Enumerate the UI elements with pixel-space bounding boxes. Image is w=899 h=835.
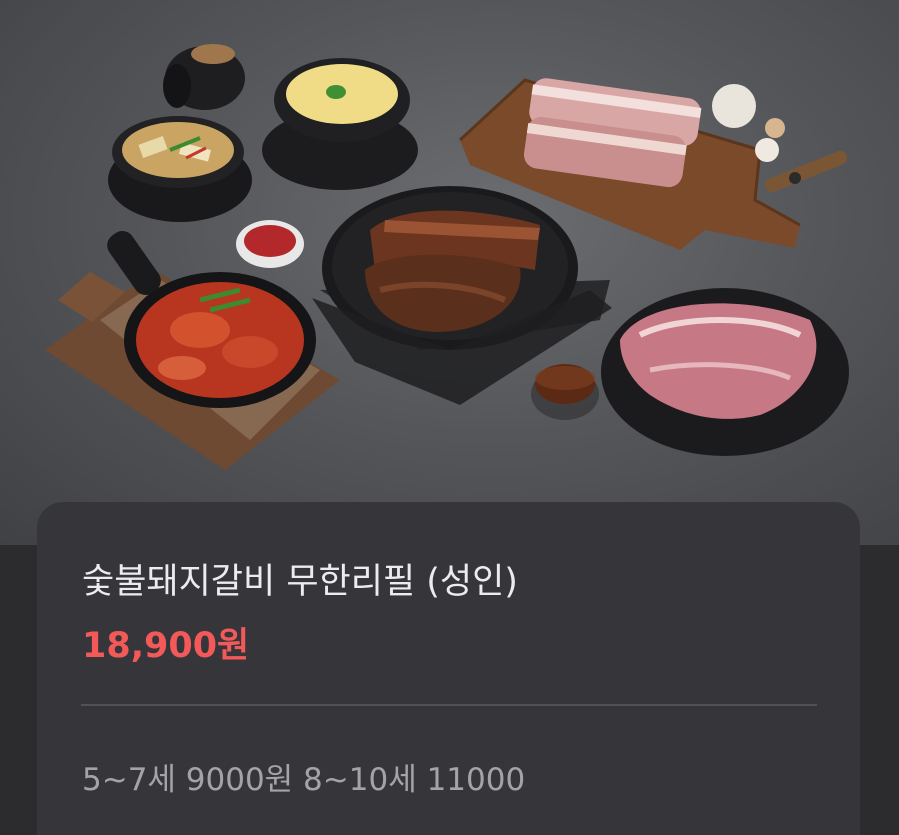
kimchi-skillet (45, 231, 340, 470)
product-title: 숯불돼지갈비 무한리필 (성인) (82, 562, 518, 602)
chili-paste-dish (236, 220, 304, 268)
product-detail-screen: 숯불돼지갈비 무한리필 (성인) 18,900원 5~7세 9000원 8~10… (0, 0, 899, 835)
dipping-sauce-glass (531, 364, 599, 420)
product-hero-image (0, 0, 899, 545)
pork-neck-slate (601, 288, 849, 456)
doenjang-stew-pot (108, 116, 252, 222)
product-description: 5~7세 9000원 8~10세 11000 (82, 762, 526, 798)
seasoning-jar (163, 44, 245, 110)
product-price: 18,900원 (82, 626, 250, 666)
divider (81, 704, 817, 706)
food-spread-illustration (45, 44, 849, 470)
steamed-egg-pot (262, 58, 418, 190)
